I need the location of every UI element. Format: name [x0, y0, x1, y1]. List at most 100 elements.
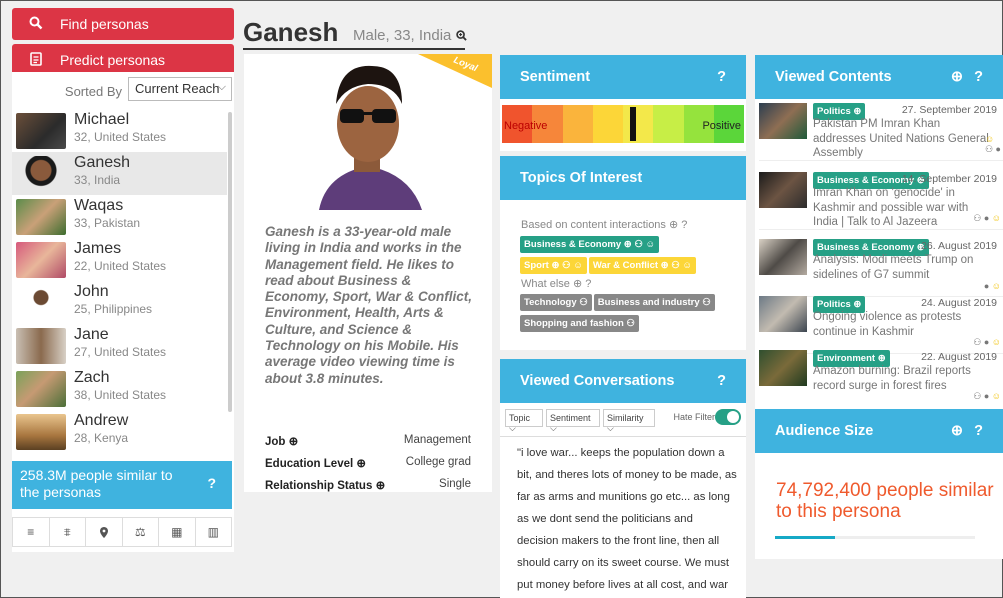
topic-tag[interactable]: Business and industry ⚇	[593, 294, 715, 311]
audience-size-text: 74,792,400 people similar to this person…	[776, 480, 994, 522]
else-tags: Technology ⚇ Business and industry ⚇ Shopp…	[520, 292, 730, 334]
help-icon[interactable]: ?	[717, 373, 726, 389]
zoom-icon[interactable]: ⊕	[951, 69, 963, 85]
zoom-icon[interactable]: ⊕	[356, 458, 366, 470]
content-item[interactable]: Business & Economy ⊕ 26. August 2019 Ana…	[759, 239, 1003, 297]
content-icons: ☺ ⚇ ●	[984, 134, 1001, 154]
location-icon[interactable]	[86, 518, 123, 546]
topic-tag[interactable]: Business & Economy ⊕ ⚇ ☺	[520, 236, 660, 253]
persona-name: Andrew	[74, 412, 129, 429]
map-icon[interactable]: ▥	[196, 518, 232, 546]
sentiment-card: Sentiment ? Negative Positive	[500, 55, 746, 151]
content-item[interactable]: Politics ⊕ 27. September 2019 Pakistan P…	[759, 103, 1003, 161]
audience-size-card: Audience Size ⊕ ? 74,792,400 people simi…	[755, 409, 1003, 559]
sentiment-filter[interactable]: Sentiment ⌵	[546, 409, 600, 433]
sentiment-segment	[592, 105, 623, 143]
find-personas-button[interactable]: Find personas	[12, 8, 234, 40]
topic-tag[interactable]: Shopping and fashion ⚇	[520, 315, 639, 332]
persona-item-michael[interactable]: Michael 32, United States	[12, 109, 227, 152]
persona-item-waqas[interactable]: Waqas 33, Pakistan	[12, 195, 227, 238]
help-icon[interactable]: ?	[974, 423, 983, 439]
grid-view-icon[interactable]: ▦	[159, 518, 196, 546]
sort-select[interactable]: Current Reach ⌵	[128, 77, 232, 101]
content-title: Imran Khan on 'genocide' in Kashmir and …	[813, 187, 969, 228]
profile-card: Loyal Ganesh is a 33-year-old male livin…	[244, 54, 492, 492]
viewed-contents-title: Viewed Contents	[775, 69, 892, 85]
zoom-icon[interactable]: ⊕	[951, 423, 963, 439]
attribute-value: College grad	[405, 456, 471, 468]
topic-tag[interactable]: War & Conflict ⊕ ⚇ ☺	[588, 257, 697, 274]
zoom-icon[interactable]: ⊕	[669, 219, 678, 231]
audience-size-header: Audience Size ⊕ ?	[755, 409, 1003, 453]
avatar	[16, 199, 66, 235]
content-title: Amazon burning: Brazil reports record su…	[813, 365, 971, 392]
zoom-icon[interactable]: ⊕	[573, 278, 582, 290]
audience-progress-track	[775, 536, 975, 539]
persona-list-panel: Sorted By Current Reach ⌵ Michael 32, Un…	[12, 72, 234, 552]
topic-tag[interactable]: Technology ⚇	[520, 294, 592, 311]
help-icon[interactable]: ?	[681, 219, 687, 231]
sort-label: Sorted By	[64, 84, 122, 99]
topic-tag-label: Shopping and fashion	[524, 318, 624, 329]
avatar	[16, 371, 66, 407]
content-item[interactable]: Business & Economy ⊕ 14. September 2019 …	[759, 172, 1003, 230]
viewed-contents-header: Viewed Contents ⊕ ?	[755, 55, 1003, 99]
persona-title-name: Ganesh	[243, 17, 339, 47]
topic-filter[interactable]: Topic ⌵	[505, 409, 543, 433]
content-tag-label: Politics	[817, 106, 851, 117]
zoom-icon[interactable]	[455, 30, 467, 41]
persona-item-james[interactable]: James 22, United States	[12, 238, 227, 281]
content-tag-label: Business & Economy	[817, 242, 915, 253]
attribute-education: Education Level ⊕ College grad	[265, 456, 471, 472]
content-title: Analysis: Modi meets Trump on sidelines …	[813, 254, 974, 281]
persona-name: Ganesh	[74, 154, 131, 171]
conversations-title: Viewed Conversations	[520, 373, 675, 389]
topics-title: Topics Of Interest	[520, 170, 643, 186]
persona-item-andrew[interactable]: Andrew 28, Kenya	[12, 410, 227, 453]
zoom-icon[interactable]: ⊕	[376, 480, 386, 492]
zoom-icon[interactable]: ⊕	[289, 436, 299, 448]
persona-item-jane[interactable]: Jane 27, United States	[12, 324, 227, 367]
view-toolbar: ≡ ⩨ ⚖ ▦ ▥	[12, 517, 232, 547]
conversation-quote: "i love war... keeps the population down…	[517, 447, 737, 591]
attribute-key: Education Level ⊕	[265, 456, 366, 470]
list-view-icon[interactable]: ≡	[13, 518, 50, 546]
sentiment-header: Sentiment ?	[500, 55, 746, 99]
avatar	[16, 242, 66, 278]
topic-tag[interactable]: Sport ⊕ ⚇ ☺	[520, 257, 587, 274]
document-icon	[26, 51, 46, 69]
left-column: Find personas Predict personas Sorted By…	[12, 8, 234, 552]
persona-item-zach[interactable]: Zach 38, United States	[12, 367, 227, 410]
persona-name: John	[74, 283, 109, 300]
balance-icon[interactable]: ⚖	[123, 518, 159, 546]
persona-info: 27, United States	[74, 345, 167, 359]
loyal-badge: Loyal	[400, 54, 492, 90]
attribute-key: Job ⊕	[265, 434, 298, 448]
content-thumbnail	[759, 172, 807, 208]
search-icon	[26, 16, 46, 33]
content-icons: ⚇ ● ☺	[973, 213, 1001, 223]
sentiment-segment	[623, 105, 654, 143]
persona-info: 28, Kenya	[74, 431, 129, 445]
help-icon[interactable]: ?	[717, 69, 726, 85]
chart-view-icon[interactable]: ⩨	[50, 518, 86, 546]
content-thumbnail	[759, 350, 807, 386]
persona-item-john[interactable]: John 25, Philippines	[12, 281, 227, 324]
persona-item-ganesh[interactable]: Ganesh 33, India	[12, 152, 227, 195]
topics-header: Topics Of Interest	[500, 156, 746, 200]
similarity-filter[interactable]: Similarity ⌵	[603, 409, 655, 433]
content-thumbnail	[759, 103, 807, 139]
attribute-key: Relationship Status ⊕	[265, 478, 385, 492]
hate-filter-toggle[interactable]	[715, 409, 741, 425]
sentiment-marker	[629, 107, 636, 141]
content-item[interactable]: Politics ⊕ 24. August 2019 Ongoing viole…	[759, 296, 1003, 354]
help-icon[interactable]: ?	[207, 475, 216, 492]
list-scrollbar[interactable]	[228, 112, 232, 412]
content-date: 24. August 2019	[921, 297, 997, 309]
topic-filter-label: Topic	[509, 413, 531, 423]
content-item[interactable]: Environment ⊕ 22. August 2019 Amazon bur…	[759, 350, 1003, 404]
help-icon[interactable]: ?	[974, 69, 983, 85]
help-icon[interactable]: ?	[585, 278, 591, 290]
avatar	[16, 113, 66, 149]
sentiment-segment	[562, 105, 593, 143]
